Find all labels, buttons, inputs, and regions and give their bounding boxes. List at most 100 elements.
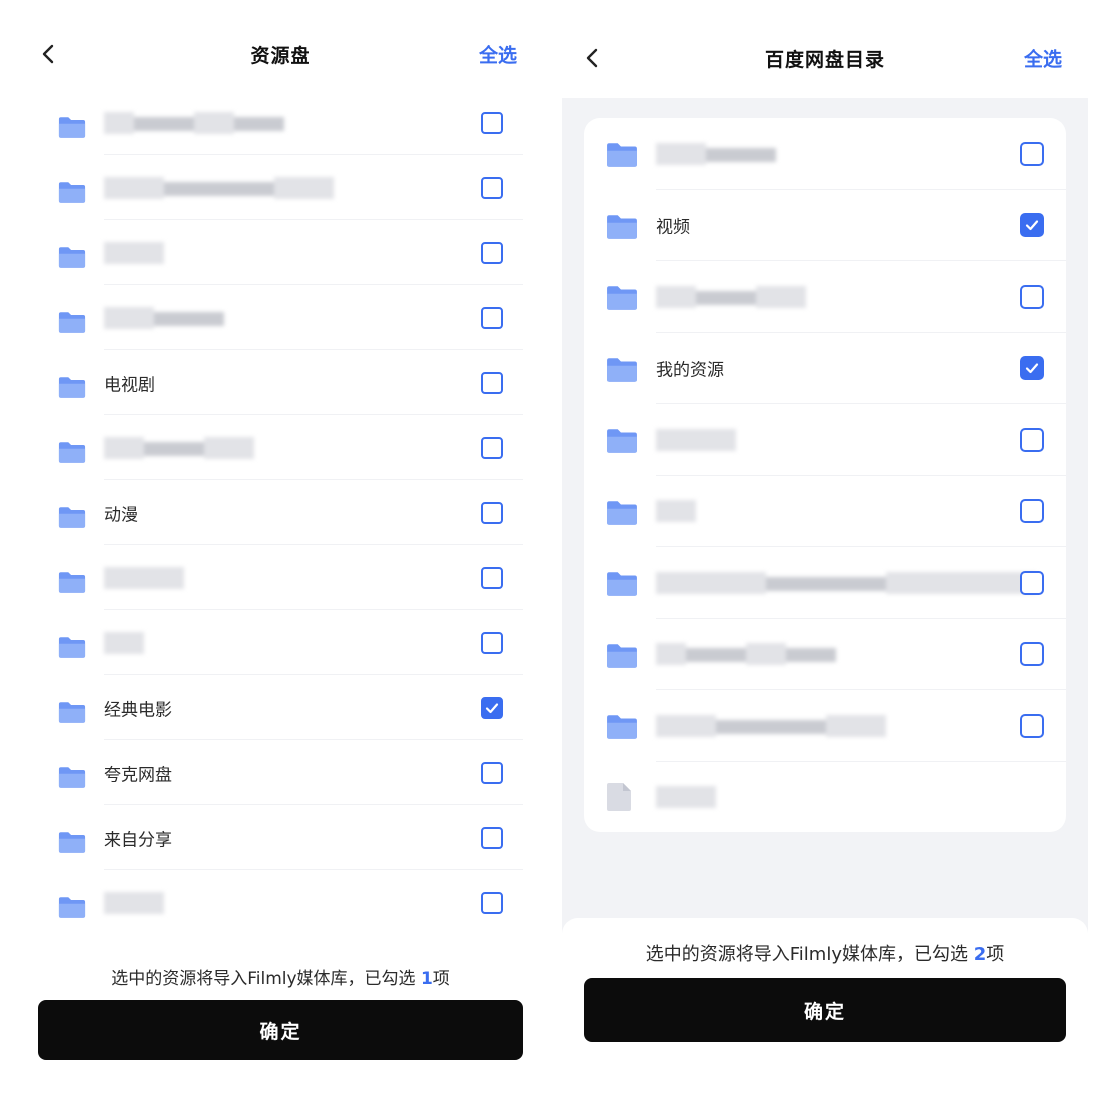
item-icon — [606, 428, 638, 454]
folder-icon — [58, 507, 86, 528]
item-icon — [606, 142, 638, 168]
checkbox-icon[interactable] — [1020, 570, 1044, 595]
file-icon — [607, 782, 631, 811]
item-label: 夸克网盘 — [104, 765, 172, 785]
bottom-panel: 选中的资源将导入Filmly媒体库，已勾选 1项 确定 — [18, 932, 543, 1088]
item-icon — [58, 441, 86, 464]
checkbox-icon[interactable] — [481, 631, 503, 654]
item-icon — [58, 896, 86, 919]
checkbox-icon[interactable] — [481, 176, 503, 199]
list-item[interactable] — [38, 155, 523, 220]
checkbox-icon[interactable] — [481, 241, 503, 264]
item-icon — [606, 571, 638, 597]
checkbox-icon[interactable] — [481, 111, 503, 134]
list-item[interactable] — [584, 619, 1066, 690]
redacted-label — [656, 643, 836, 666]
checkbox-icon[interactable] — [481, 761, 503, 784]
list-item[interactable] — [584, 690, 1066, 762]
list-item[interactable] — [584, 476, 1066, 547]
list-item[interactable]: 动漫 — [38, 480, 523, 545]
checkbox-icon[interactable] — [481, 371, 503, 394]
list-item[interactable] — [38, 870, 523, 935]
item-label: 我的资源 — [656, 360, 724, 381]
select-all-button[interactable]: 全选 — [479, 41, 517, 68]
list-item[interactable] — [584, 404, 1066, 476]
item-label: 经典电影 — [104, 700, 172, 720]
checkbox-icon[interactable] — [1020, 427, 1044, 452]
list-item[interactable] — [38, 610, 523, 675]
list-item[interactable] — [38, 90, 523, 155]
redacted-label — [104, 631, 144, 654]
redacted-label — [104, 891, 164, 914]
chevron-left-icon — [42, 44, 54, 64]
hint-text: 选中的资源将导入Filmly媒体库，已勾选 — [645, 944, 968, 965]
folder-icon — [58, 702, 86, 723]
folder-list: 电视剧动漫经典电影夸克网盘来自分享 — [38, 90, 523, 960]
checkbox-icon[interactable] — [481, 826, 503, 849]
list-item[interactable] — [38, 285, 523, 350]
redacted-label — [104, 241, 164, 264]
select-all-button[interactable]: 全选 — [1024, 45, 1062, 72]
checkbox-icon[interactable] — [1020, 499, 1044, 524]
nav-bar: 百度网盘目录 全选 — [562, 18, 1088, 98]
redacted-label — [656, 285, 806, 308]
checkbox-icon[interactable] — [1020, 141, 1044, 166]
folder-icon — [58, 312, 86, 333]
checkbox-icon[interactable] — [481, 891, 503, 914]
back-button[interactable] — [576, 41, 610, 75]
checkbox-icon[interactable] — [1020, 284, 1044, 309]
redacted-label — [656, 786, 716, 809]
checkbox-icon[interactable] — [1020, 356, 1044, 381]
item-icon — [606, 782, 632, 812]
checkbox-icon[interactable] — [1020, 713, 1044, 738]
folder-icon — [607, 572, 637, 596]
folder-icon — [58, 247, 86, 268]
hint-text: 选中的资源将导入Filmly媒体库，已勾选 — [111, 969, 416, 989]
list-item[interactable] — [38, 415, 523, 480]
checkbox-icon[interactable] — [481, 436, 503, 459]
checkbox-icon[interactable] — [481, 696, 503, 719]
folder-icon — [607, 500, 637, 525]
folder-icon — [607, 143, 637, 167]
page-title: 百度网盘目录 — [764, 48, 885, 71]
list-item[interactable] — [38, 220, 523, 285]
list-item[interactable] — [584, 261, 1066, 333]
page-title: 资源盘 — [250, 44, 311, 67]
list-item[interactable]: 经典电影 — [38, 675, 523, 740]
confirm-button[interactable]: 确定 — [584, 978, 1066, 1042]
check-icon — [1025, 220, 1039, 231]
folder-icon — [607, 214, 637, 239]
redacted-label — [104, 436, 254, 459]
list-item[interactable]: 我的资源 — [584, 333, 1066, 404]
list-item[interactable]: 夸克网盘 — [38, 740, 523, 805]
checkbox-icon[interactable] — [481, 306, 503, 329]
checkbox-icon[interactable] — [481, 501, 503, 524]
item-icon — [58, 766, 86, 789]
item-icon — [58, 311, 86, 334]
selected-count: 1 — [420, 969, 433, 989]
item-icon — [58, 506, 86, 529]
folder-icon — [607, 429, 637, 453]
redacted-label — [656, 142, 776, 165]
item-label: 来自分享 — [104, 830, 172, 850]
list-item[interactable]: 来自分享 — [38, 805, 523, 870]
folder-icon — [607, 286, 637, 310]
checkbox-icon[interactable] — [1020, 642, 1044, 667]
list-item[interactable]: 电视剧 — [38, 350, 523, 415]
checkbox-icon[interactable] — [1020, 213, 1044, 238]
back-button[interactable] — [32, 37, 66, 71]
list-item[interactable] — [38, 545, 523, 610]
redacted-label — [104, 566, 184, 589]
item-icon — [58, 246, 86, 269]
list-item[interactable] — [584, 118, 1066, 190]
checkbox-icon[interactable] — [481, 566, 503, 589]
list-item[interactable] — [584, 762, 1066, 834]
folder-icon — [58, 572, 86, 593]
redacted-label — [656, 714, 886, 737]
list-item[interactable]: 视频 — [584, 190, 1066, 261]
item-icon — [58, 701, 86, 724]
confirm-button[interactable]: 确定 — [38, 1000, 523, 1060]
selected-count: 2 — [973, 944, 987, 965]
item-icon — [58, 181, 86, 204]
list-item[interactable] — [584, 547, 1066, 619]
